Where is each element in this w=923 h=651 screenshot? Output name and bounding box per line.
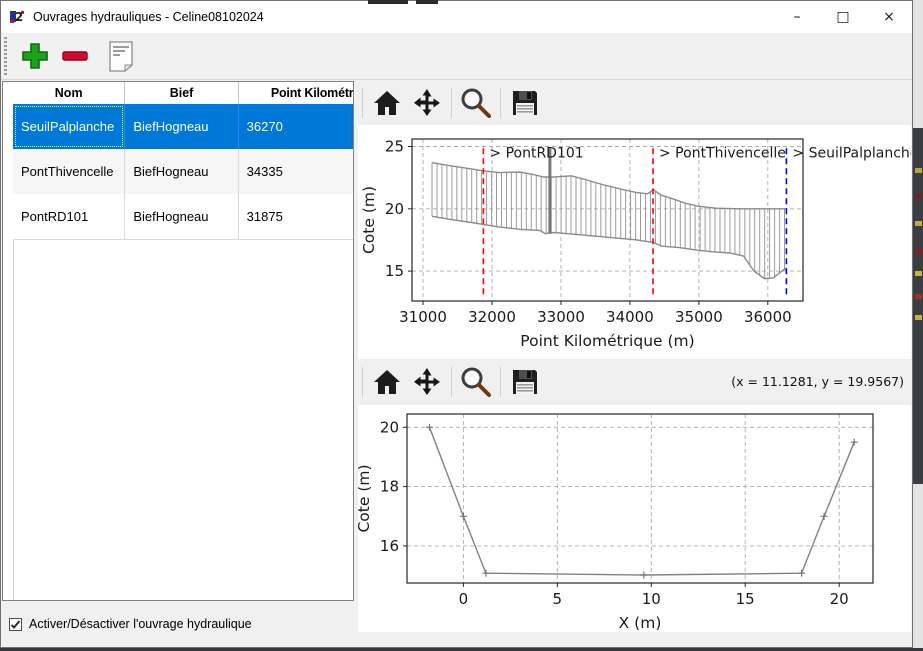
svg-text:34000: 34000 [606,308,654,326]
table-header-pk[interactable]: Point Kilométrique (m) [239,82,353,104]
svg-text:25: 25 [385,138,404,156]
profile-chart[interactable]: > PontRD101 > PontThivencelle > SeuilPalpl… [358,125,911,359]
svg-text:0: 0 [459,590,469,608]
cell-bief[interactable]: BiefHogneau [125,194,238,239]
cell-nom[interactable]: PontThivencelle [13,149,125,194]
table-header-bief[interactable]: Bief [125,82,238,104]
svg-text:33000: 33000 [537,308,585,326]
main-toolbar [1,33,912,80]
notes-button[interactable] [101,36,141,76]
background-fragment [416,0,438,4]
window-titlebar: 2 Ouvrages hydrauliques - Celine08102024… [1,1,912,33]
toolbar-gripper[interactable] [4,37,7,75]
svg-text:31000: 31000 [399,308,447,326]
svg-text:20: 20 [380,418,399,436]
zoom-icon [460,366,492,398]
table-header-row: Nom Bief Point Kilométrique (m) [13,82,353,105]
close-button[interactable]: × [866,1,912,33]
plots-panel: > PontRD101 > PontThivencelle > SeuilPalpl… [358,81,912,646]
svg-text:35000: 35000 [675,308,723,326]
home-icon [372,368,402,396]
window-controls: – □ × [774,1,912,33]
svg-text:Cote (m): Cote (m) [358,464,373,532]
table-row[interactable]: SeuilPalplanche BiefHogneau 36270 [13,104,353,150]
section-chart[interactable]: 0 5 10 15 20 16 18 20 X (m) Cote (m) [358,405,911,632]
minimize-button[interactable]: – [774,1,820,33]
svg-text:15: 15 [736,590,755,608]
plus-icon [20,41,50,71]
figure1-toolbar [358,81,912,125]
table-row[interactable]: PontRD101 BiefHogneau 31875 [13,194,353,240]
svg-text:5: 5 [553,590,563,608]
cell-bief[interactable]: BiefHogneau [125,104,238,149]
background-window-sliver [913,0,923,651]
home-button[interactable] [367,363,407,401]
figure2-toolbar: (x = 11.1281, y = 19.9567) [358,359,912,405]
cell-nom[interactable]: SeuilPalplanche [13,104,125,149]
svg-text:> SeuilPalplanche: > SeuilPalplanche [792,146,911,162]
cell-pk[interactable]: 36270 [239,104,353,149]
checkbox-label: Activer/Désactiver l'ouvrage hydraulique [29,617,252,631]
save-icon [511,368,539,396]
save-button[interactable] [505,363,545,401]
coords-readout: (x = 11.1281, y = 19.9567) [731,359,904,403]
table-header-nom[interactable]: Nom [13,82,125,104]
zoom-button[interactable] [456,84,496,122]
pan-button[interactable] [407,84,447,122]
remove-structure-button[interactable] [55,36,95,76]
save-button[interactable] [505,84,545,122]
svg-text:18: 18 [380,478,399,496]
maximize-button[interactable]: □ [820,1,866,33]
add-structure-button[interactable] [15,36,55,76]
pan-icon [412,367,442,397]
svg-text:32000: 32000 [468,308,516,326]
svg-text:Point Kilométrique (m): Point Kilométrique (m) [520,332,694,350]
svg-text:20: 20 [385,200,404,218]
background-fragment [368,0,408,4]
svg-text:> PontThivencelle: > PontThivencelle [659,146,786,162]
enable-checkbox[interactable] [9,618,22,631]
structures-table: Nom Bief Point Kilométrique (m) SeuilPal… [2,81,354,601]
svg-text:16: 16 [380,537,399,555]
enable-structure-row: Activer/Désactiver l'ouvrage hydraulique [9,613,252,635]
svg-text:20: 20 [830,590,849,608]
app-icon: 2 [8,8,26,26]
app-window: 2 Ouvrages hydrauliques - Celine08102024… [0,0,913,648]
save-icon [511,89,539,117]
home-button[interactable] [367,84,407,122]
svg-text:Cote (m): Cote (m) [360,186,378,254]
cell-pk[interactable]: 34335 [239,149,353,194]
figure1: > PontRD101 > PontThivencelle > SeuilPalpl… [358,125,911,359]
svg-text:15: 15 [385,262,404,280]
cell-pk[interactable]: 31875 [239,194,353,239]
svg-text:X (m): X (m) [619,614,662,632]
window-title: Ouvrages hydrauliques - Celine08102024 [33,10,264,24]
zoom-icon [460,87,492,119]
zoom-button[interactable] [456,363,496,401]
svg-text:10: 10 [642,590,661,608]
table-row[interactable]: PontThivencelle BiefHogneau 34335 [13,149,353,195]
figure2: 0 5 10 15 20 16 18 20 X (m) Cote (m) [358,405,911,632]
svg-text:> PontRD101: > PontRD101 [489,146,583,162]
check-icon [10,619,21,630]
home-icon [372,89,402,117]
cell-bief[interactable]: BiefHogneau [125,149,238,194]
pan-icon [412,88,442,118]
svg-text:36000: 36000 [744,308,792,326]
cell-nom[interactable]: PontRD101 [13,194,125,239]
background-window-strip [913,128,923,484]
minus-icon [60,41,90,71]
pan-button[interactable] [407,363,447,401]
document-icon [106,40,136,72]
